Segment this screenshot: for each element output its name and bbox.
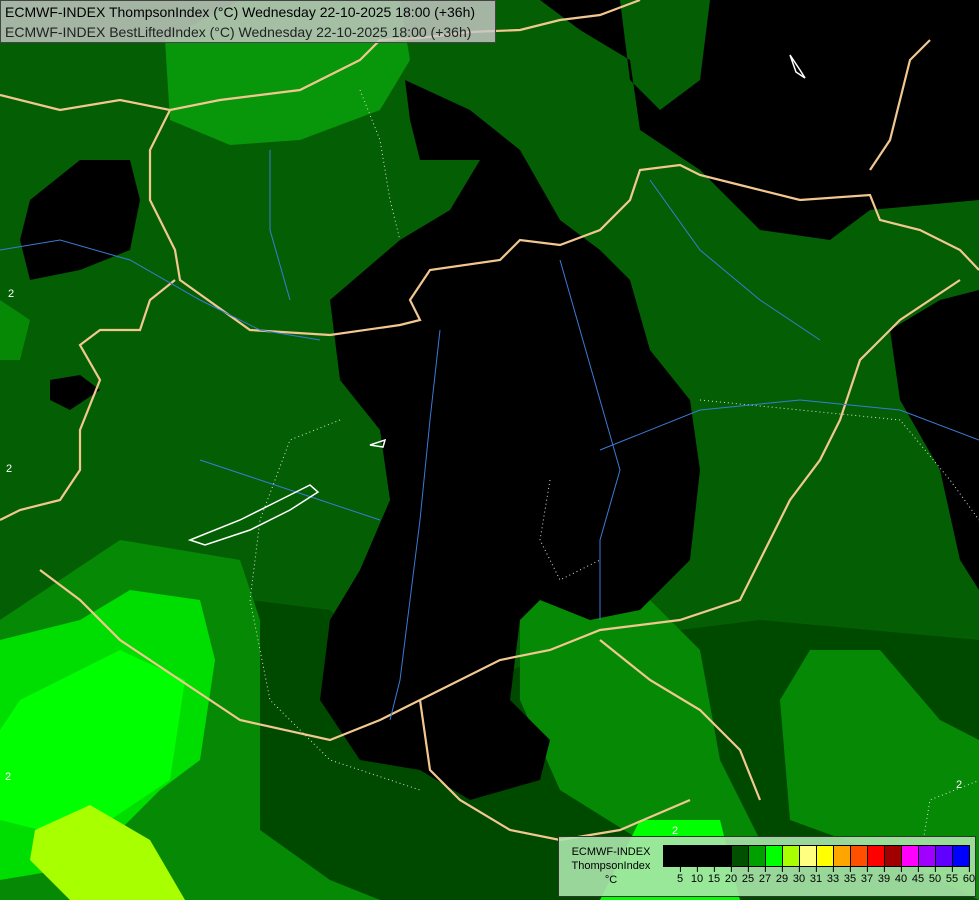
legend-colorbar	[663, 845, 970, 867]
contour-label: 2	[8, 288, 14, 300]
map-canvas: 2 2 2 2 2	[0, 0, 979, 900]
legend-unit: °C	[604, 874, 618, 886]
legend-tick-label: 37	[861, 867, 873, 885]
legend-variable: ThompsonIndex	[571, 860, 651, 872]
legend-tick-label: 20	[725, 867, 737, 885]
legend-tick-label: 45	[912, 867, 924, 885]
legend-swatch	[783, 846, 800, 866]
legend-tick-label: 29	[776, 867, 788, 885]
legend-swatch	[715, 846, 732, 866]
legend-swatch	[817, 846, 834, 866]
legend-swatch	[698, 846, 715, 866]
legend-tick-label: 15	[708, 867, 720, 885]
legend-swatch	[953, 846, 969, 866]
legend-tick-label: 10	[691, 867, 703, 885]
legend-swatch	[766, 846, 783, 866]
legend-swatch	[834, 846, 851, 866]
contour-label: 2	[5, 771, 11, 783]
legend-swatch	[664, 846, 681, 866]
legend-tick-label: 31	[810, 867, 822, 885]
legend-swatch	[868, 846, 885, 866]
legend-label: ECMWF-INDEX ThompsonIndex °C	[559, 845, 663, 887]
legend-tick-label: 30	[793, 867, 805, 885]
title-thompson-index: ECMWF-INDEX ThompsonIndex (°C) Wednesday…	[5, 4, 476, 20]
legend-ticks: 5 10 15 20 25 27 29 30 31 33 35 37 39 40 45 50 55 60	[663, 867, 975, 895]
legend-tick-label: 39	[878, 867, 890, 885]
legend-tick-label: 25	[742, 867, 754, 885]
legend-swatch	[936, 846, 953, 866]
legend-tick-label: 27	[759, 867, 771, 885]
legend-tick-label: 5	[677, 867, 683, 885]
legend-tick-label: 60	[963, 867, 975, 885]
legend-tick-label: 55	[946, 867, 958, 885]
map-title-box: ECMWF-INDEX ThompsonIndex (°C) Wednesday…	[0, 0, 496, 43]
contour-label: 2	[6, 463, 12, 475]
legend-title: ECMWF-INDEX	[571, 846, 651, 858]
color-legend: ECMWF-INDEX ThompsonIndex °C 5 10 15 20 25 27…	[558, 836, 976, 897]
legend-swatch	[800, 846, 817, 866]
title-best-lifted-index: ECMWF-INDEX BestLiftedIndex (°C) Wednesd…	[5, 24, 472, 40]
legend-swatch	[681, 846, 698, 866]
legend-swatch	[902, 846, 919, 866]
legend-swatch	[919, 846, 936, 866]
legend-tick-label: 50	[929, 867, 941, 885]
legend-tick-label: 35	[844, 867, 856, 885]
legend-swatch	[885, 846, 902, 866]
legend-tick-label: 33	[827, 867, 839, 885]
legend-swatch	[749, 846, 766, 866]
legend-tick-label: 40	[895, 867, 907, 885]
contour-label: 2	[956, 779, 962, 791]
legend-swatch	[732, 846, 749, 866]
weather-map: 2 2 2 2 2 ECMWF-INDEX ThompsonIndex (°C)…	[0, 0, 979, 900]
legend-swatch	[851, 846, 868, 866]
